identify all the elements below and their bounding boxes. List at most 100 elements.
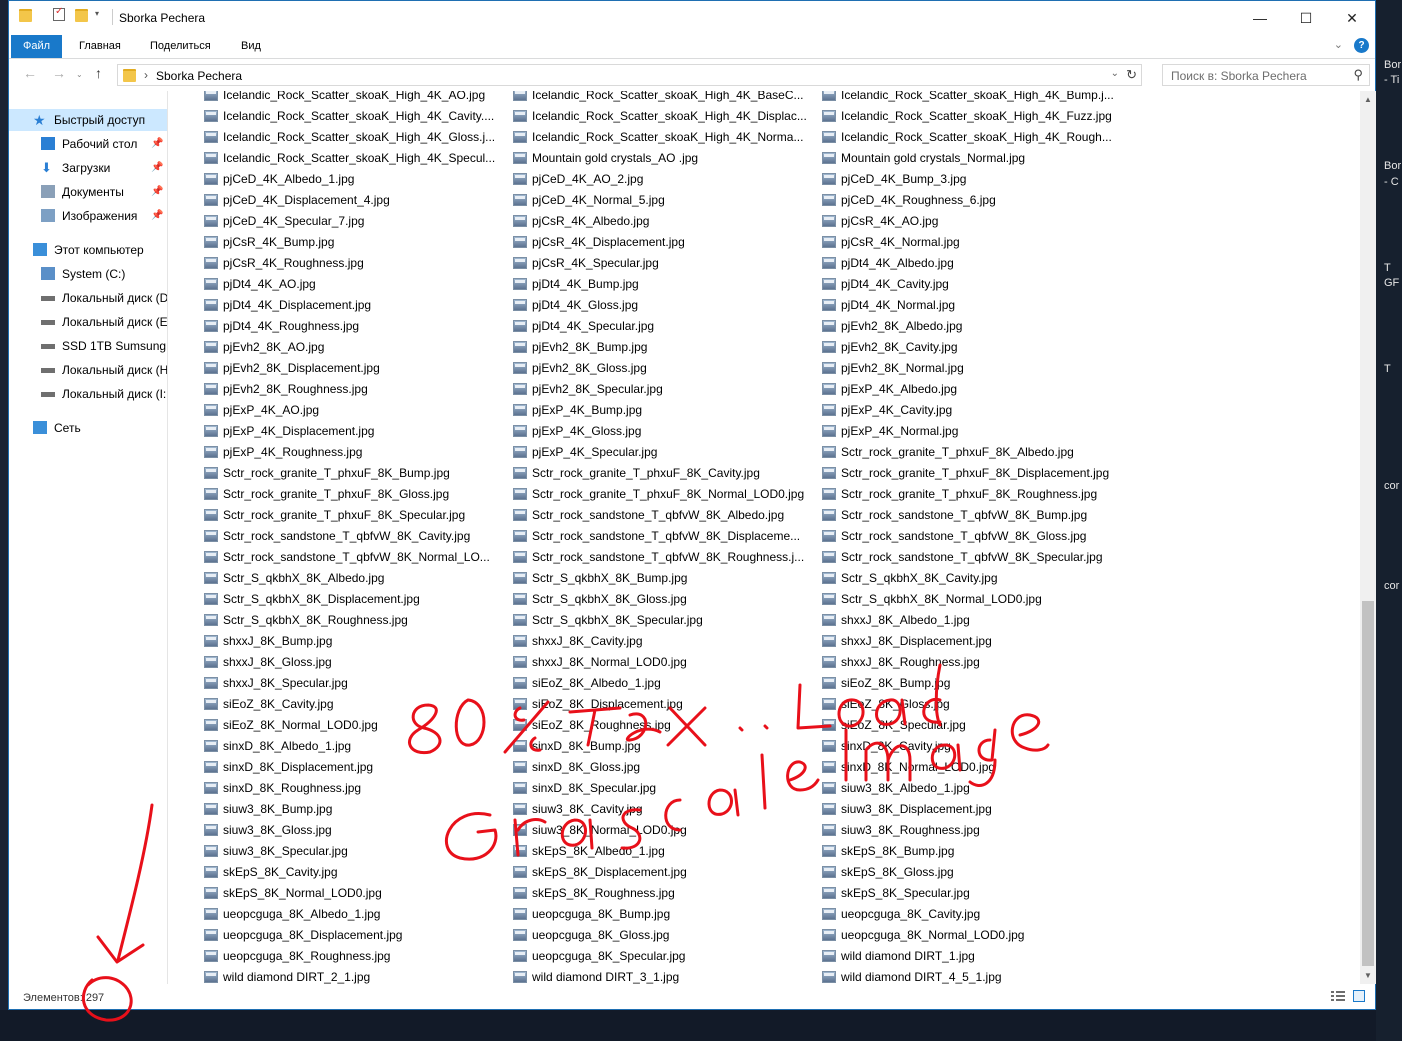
- back-arrow-icon[interactable]: ←: [23, 65, 37, 81]
- file-name: Sctr_rock_sandstone_T_qbfvW_8K_Cavity.jp…: [223, 529, 471, 543]
- image-file-icon: [822, 425, 836, 437]
- image-file-icon: [822, 299, 836, 311]
- image-file-icon: [513, 236, 527, 248]
- file-name: Sctr_S_qkbhX_8K_Cavity.jpg: [841, 571, 998, 585]
- scroll-down-icon[interactable]: ▼: [1360, 967, 1376, 984]
- nav-item[interactable]: Рабочий стол 📌: [9, 133, 167, 155]
- address-dropdown-icon[interactable]: ⌄: [1111, 68, 1119, 79]
- file-name: ueopcguga_8K_Bump.jpg: [532, 907, 671, 921]
- image-file-icon: [822, 173, 836, 185]
- nav-item[interactable]: Сеть: [9, 417, 167, 439]
- image-file-icon: [204, 91, 218, 101]
- scroll-up-icon[interactable]: ▲: [1360, 91, 1376, 108]
- nav-item[interactable]: Локальный диск (I:: [9, 383, 167, 405]
- search-input[interactable]: Поиск в: Sborka Pechera ⚲: [1162, 64, 1370, 86]
- breadcrumb-separator-icon[interactable]: ›: [144, 68, 148, 82]
- address-field[interactable]: › Sborka Pechera ⌄ ↻: [117, 64, 1142, 86]
- file-name: pjExP_4K_Specular.jpg: [532, 445, 658, 459]
- pin-icon[interactable]: 📌: [151, 157, 163, 179]
- scrollbar-thumb[interactable]: [1362, 601, 1374, 966]
- recent-locations-icon[interactable]: ⌄: [76, 70, 83, 79]
- file-name: pjExP_4K_Displacement.jpg: [223, 424, 375, 438]
- file-name: pjCeD_4K_Displacement_4.jpg: [223, 193, 390, 207]
- minimize-button[interactable]: —: [1237, 1, 1283, 35]
- nav-item[interactable]: Локальный диск (D: [9, 287, 167, 309]
- tab-file[interactable]: Файл: [11, 35, 63, 58]
- image-file-icon: [822, 740, 836, 752]
- pin-icon[interactable]: 📌: [151, 133, 163, 155]
- up-arrow-icon[interactable]: ↑: [95, 65, 102, 81]
- file-name: ueopcguga_8K_Cavity.jpg: [841, 907, 981, 921]
- file-name: Icelandic_Rock_Scatter_skoaK_High_4K_Rou…: [841, 130, 1112, 144]
- breadcrumb-folder[interactable]: Sborka Pechera: [156, 69, 242, 83]
- file-name: Sctr_rock_granite_T_phxuF_8K_Specular.jp…: [223, 508, 466, 522]
- image-file-icon: [822, 782, 836, 794]
- image-file-icon: [822, 551, 836, 563]
- image-file-icon: [513, 656, 527, 668]
- properties-icon[interactable]: ✓: [53, 6, 65, 21]
- help-button[interactable]: ?: [1354, 38, 1369, 53]
- image-file-icon: [513, 341, 527, 353]
- window-title: Sborka Pechera: [119, 11, 206, 25]
- tab-home[interactable]: Главная: [67, 35, 133, 58]
- image-file-icon: [204, 782, 218, 794]
- image-file-icon: [822, 341, 836, 353]
- nav-item[interactable]: ★ Быстрый доступ: [9, 109, 167, 131]
- pin-icon[interactable]: 📌: [151, 181, 163, 203]
- desktop-text: Bor: [1384, 59, 1402, 71]
- image-file-icon: [822, 509, 836, 521]
- network-icon: [33, 421, 47, 434]
- file-name: Icelandic_Rock_Scatter_skoaK_High_4K_Fuz…: [841, 109, 1112, 123]
- image-file-icon: [822, 887, 836, 899]
- image-file-icon: [822, 593, 836, 605]
- file-name: shxxJ_8K_Displacement.jpg: [841, 634, 992, 648]
- nav-item[interactable]: Локальный диск (H: [9, 359, 167, 381]
- nav-item-label: System (C:): [62, 267, 126, 281]
- pin-icon[interactable]: 📌: [151, 205, 163, 227]
- file-name: pjExP_4K_Normal.jpg: [841, 424, 959, 438]
- desktop-background-bottom: [0, 1010, 1376, 1041]
- forward-arrow-icon[interactable]: →: [52, 65, 66, 81]
- file-name: pjDt4_4K_Gloss.jpg: [532, 298, 639, 312]
- tab-view[interactable]: Вид: [229, 35, 273, 58]
- vertical-scrollbar[interactable]: ▲ ▼: [1360, 91, 1376, 984]
- image-file-icon: [822, 215, 836, 227]
- nav-item[interactable]: Изображения 📌: [9, 205, 167, 227]
- nav-item[interactable]: Локальный диск (E: [9, 311, 167, 333]
- details-view-icon[interactable]: [1331, 991, 1345, 1002]
- refresh-icon[interactable]: ↻: [1126, 67, 1137, 83]
- file-name: Sctr_S_qkbhX_8K_Specular.jpg: [532, 613, 703, 627]
- tab-share[interactable]: Поделиться: [138, 35, 223, 58]
- image-file-icon: [513, 299, 527, 311]
- file-name: Sctr_rock_granite_T_phxuF_8K_Normal_LOD0…: [532, 487, 805, 501]
- nav-item[interactable]: Документы 📌: [9, 181, 167, 203]
- image-file-icon: [204, 719, 218, 731]
- file-name: ueopcguga_8K_Gloss.jpg: [532, 928, 670, 942]
- file-name: Icelandic_Rock_Scatter_skoaK_High_4K_Dis…: [532, 109, 807, 123]
- close-button[interactable]: ✕: [1329, 1, 1375, 35]
- large-icons-view-icon[interactable]: [1353, 990, 1365, 1002]
- file-name: siuw3_8K_Albedo_1.jpg: [841, 781, 970, 795]
- expand-ribbon-icon[interactable]: ⌄: [1334, 39, 1343, 51]
- nav-item[interactable]: ⬇ Загрузки 📌: [9, 157, 167, 179]
- search-icon: ⚲: [1353, 67, 1363, 82]
- file-name: pjCsR_4K_Roughness.jpg: [223, 256, 364, 270]
- file-name: Sctr_rock_granite_T_phxuF_8K_Roughness.j…: [841, 487, 1098, 501]
- customize-toolbar-icon[interactable]: ▾: [95, 9, 99, 18]
- ribbon-tabs: Файл Главная Поделиться Вид ⌄ ?: [9, 35, 1375, 59]
- image-file-icon: [204, 236, 218, 248]
- navigation-pane: ★ Быстрый доступ Рабочий стол 📌 ⬇ Загрузки 📌 До…: [9, 91, 168, 984]
- image-file-icon: [513, 320, 527, 332]
- file-name: Sctr_rock_sandstone_T_qbfvW_8K_Gloss.jpg: [841, 529, 1087, 543]
- nav-item[interactable]: System (C:): [9, 263, 167, 285]
- maximize-button[interactable]: ☐: [1283, 1, 1329, 35]
- nav-item[interactable]: SSD 1TB Sumsung (: [9, 335, 167, 357]
- new-folder-icon[interactable]: [75, 9, 88, 22]
- file-name: pjCsR_4K_Normal.jpg: [841, 235, 960, 249]
- file-name: siuw3_8K_Specular.jpg: [223, 844, 348, 858]
- file-name: pjEvh2_8K_Displacement.jpg: [223, 361, 380, 375]
- nav-item[interactable]: Этот компьютер: [9, 239, 167, 261]
- image-file-icon: [204, 614, 218, 626]
- file-name: siuw3_8K_Roughness.jpg: [841, 823, 980, 837]
- file-name: pjCsR_4K_Displacement.jpg: [532, 235, 685, 249]
